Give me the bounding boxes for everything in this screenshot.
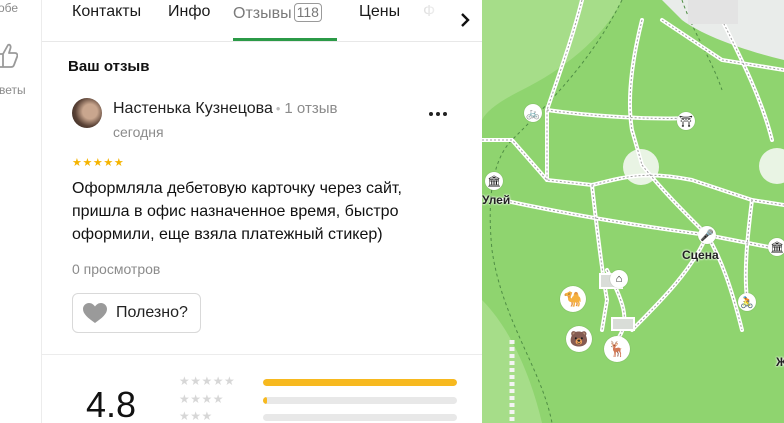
monument-icon[interactable]: 🏛 bbox=[768, 238, 784, 256]
thumb-up-icon[interactable] bbox=[0, 40, 18, 70]
tab-info[interactable]: Инфо bbox=[168, 3, 210, 21]
rail-top-label: обе bbox=[0, 1, 19, 15]
avatar[interactable] bbox=[72, 98, 102, 128]
rating-distribution-row-3: ★★★ bbox=[179, 409, 479, 423]
chevron-right-icon bbox=[461, 13, 470, 27]
rail-bottom-label: веты bbox=[0, 83, 26, 97]
distribution-fill-4 bbox=[263, 397, 267, 404]
distribution-bar-4 bbox=[263, 397, 457, 404]
map-label-edge: Ж bbox=[776, 355, 784, 369]
museum-icon[interactable]: 🏛 bbox=[485, 172, 503, 190]
tab-contacts[interactable]: Контакты bbox=[72, 3, 141, 21]
review-text: Оформляла дебетовую карточку через сайт,… bbox=[72, 180, 402, 243]
signpost-icon[interactable]: ⛩ bbox=[677, 112, 695, 130]
building-icon[interactable]: ⌂ bbox=[610, 270, 628, 288]
tab-fade bbox=[418, 0, 448, 40]
review-views: 0 просмотров bbox=[72, 261, 161, 277]
tabs-next-button[interactable] bbox=[448, 0, 482, 40]
map-view[interactable]: 🚲 ⛩ 🏛 🎤 🚴 🏛 ⌂ 🐪 🐻 🦌 Улей Сцена Ж bbox=[482, 0, 784, 423]
more-options-icon[interactable] bbox=[426, 104, 450, 124]
microphone-icon[interactable]: 🎤 bbox=[698, 226, 716, 244]
author-review-count: 1 отзыв bbox=[284, 100, 338, 117]
review-date: сегодня bbox=[113, 124, 164, 140]
helpful-button[interactable]: Полезно? bbox=[72, 293, 201, 333]
section-divider bbox=[42, 354, 482, 355]
bike-rental-icon[interactable]: 🚴 bbox=[738, 293, 756, 311]
bicycle-icon[interactable]: 🚲 bbox=[524, 104, 542, 122]
heart-icon bbox=[83, 303, 107, 323]
tab-reviews[interactable]: Отзывы 118 bbox=[233, 3, 322, 23]
tab-reviews-label: Отзывы bbox=[233, 5, 292, 22]
distribution-stars-5: ★★★★★ bbox=[179, 374, 236, 388]
distribution-bar-3 bbox=[263, 414, 457, 421]
tab-prices[interactable]: Цены bbox=[359, 3, 400, 21]
deer-icon[interactable]: 🦌 bbox=[604, 336, 630, 362]
camel-icon[interactable]: 🐪 bbox=[560, 286, 586, 312]
map-label-stage: Сцена bbox=[682, 248, 719, 262]
rating-distribution-row-4: ★★★★ bbox=[179, 392, 479, 406]
review-author-name[interactable]: Настенька Кузнецова bbox=[113, 100, 273, 117]
place-panel: Контакты Инфо Отзывы118 Цены Ф Ваш отзыв… bbox=[42, 0, 482, 423]
review-author-line: Настенька Кузнецова • 1 отзыв bbox=[113, 100, 338, 117]
helpful-label: Полезно? bbox=[116, 304, 188, 321]
active-tab-indicator bbox=[233, 38, 337, 41]
distribution-stars-4: ★★★★ bbox=[179, 392, 225, 406]
map-label-street: Улей bbox=[482, 193, 511, 207]
your-review-title: Ваш отзыв bbox=[68, 58, 150, 75]
review-rating-stars: ★★★★★ bbox=[72, 157, 125, 169]
reviews-count-badge: 118 bbox=[293, 3, 322, 22]
overall-rating: 4.8 bbox=[86, 384, 137, 423]
bear-icon[interactable]: 🐻 bbox=[566, 326, 592, 352]
distribution-bar-5 bbox=[263, 379, 457, 386]
distribution-stars-3: ★★★ bbox=[179, 409, 213, 423]
rating-distribution-row-5: ★★★★★ bbox=[179, 374, 479, 388]
left-rail: обе веты bbox=[0, 0, 42, 423]
park-map-graphics bbox=[482, 0, 784, 423]
distribution-fill-5 bbox=[263, 379, 457, 386]
tab-bar: Контакты Инфо Отзывы118 Цены Ф bbox=[42, 0, 482, 42]
